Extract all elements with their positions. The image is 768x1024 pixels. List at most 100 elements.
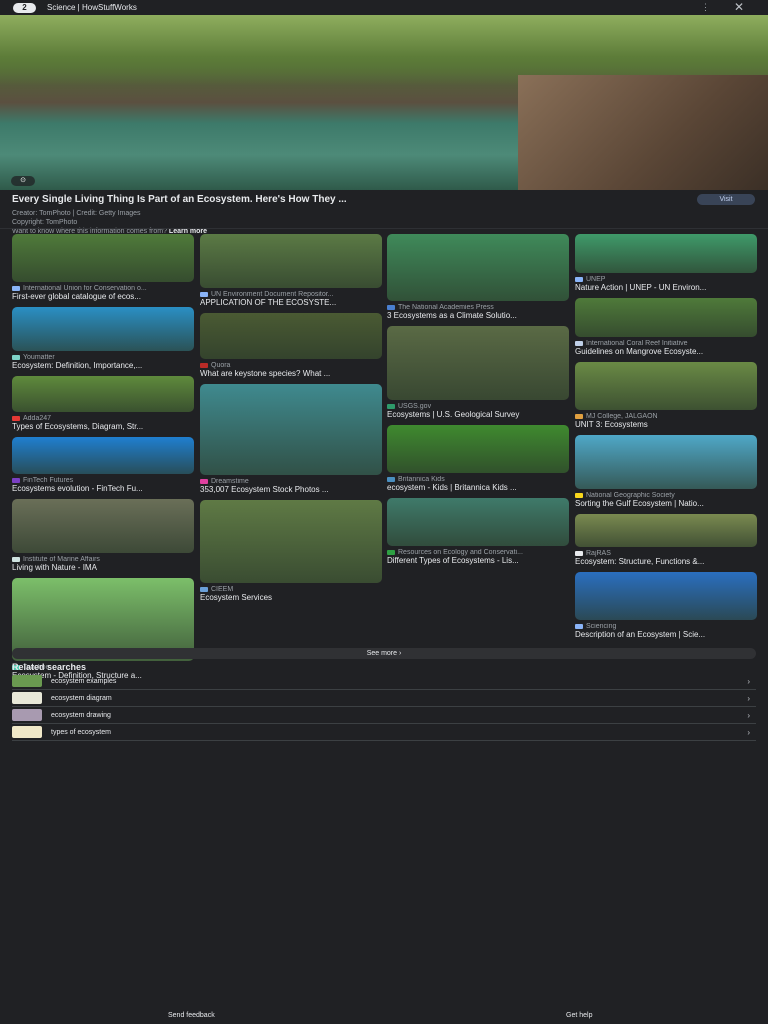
- result-thumbnail[interactable]: [200, 234, 382, 288]
- image-result-card[interactable]: National Geographic Society Sorting the …: [575, 435, 757, 508]
- results-column: International Union for Conservation o..…: [12, 234, 194, 686]
- result-source: The National Academies Press: [387, 304, 569, 311]
- result-source-name: Adda247: [23, 415, 52, 422]
- close-icon[interactable]: ✕: [734, 0, 744, 14]
- image-result-card[interactable]: UNEP Nature Action | UNEP - UN Environ..…: [575, 234, 757, 292]
- result-thumbnail[interactable]: [387, 326, 569, 400]
- result-thumbnail[interactable]: [387, 498, 569, 546]
- result-title[interactable]: UNIT 3: Ecosystems: [575, 420, 757, 429]
- result-title[interactable]: Ecosystems evolution - FinTech Fu...: [12, 484, 194, 493]
- result-title[interactable]: 353,007 Ecosystem Stock Photos ...: [200, 485, 382, 494]
- image-result-card[interactable]: International Coral Reef Initiative Guid…: [575, 298, 757, 356]
- preview-title[interactable]: Every Single Living Thing Is Part of an …: [12, 194, 756, 205]
- preview-image[interactable]: [0, 15, 768, 190]
- result-thumbnail[interactable]: [575, 362, 757, 410]
- result-title[interactable]: Living with Nature - IMA: [12, 563, 194, 572]
- visit-button[interactable]: Visit: [697, 194, 755, 205]
- result-thumbnail[interactable]: [200, 313, 382, 359]
- result-thumbnail[interactable]: [12, 437, 194, 474]
- result-source: Youmatter: [12, 354, 194, 361]
- lens-search-icon[interactable]: ⊙: [11, 176, 35, 186]
- image-result-card[interactable]: UN Environment Document Repositor... APP…: [200, 234, 382, 307]
- result-title[interactable]: Ecosystem: Definition, Importance,...: [12, 361, 194, 370]
- image-result-card[interactable]: Britannica Kids ecosystem - Kids | Brita…: [387, 425, 569, 492]
- result-thumbnail[interactable]: [12, 234, 194, 282]
- result-source-name: MJ College, JALGAON: [586, 413, 658, 420]
- top-bar: 2 Science | HowStuffWorks ⋮ ✕: [0, 0, 768, 15]
- result-thumbnail[interactable]: [12, 307, 194, 351]
- result-title[interactable]: Different Types of Ecosystems - Lis...: [387, 556, 569, 565]
- result-thumbnail[interactable]: [575, 572, 757, 620]
- image-result-card[interactable]: Resources on Ecology and Conservati... D…: [387, 498, 569, 565]
- result-source: UNEP: [575, 276, 757, 283]
- image-result-card[interactable]: Adda247 Types of Ecosystems, Diagram, St…: [12, 376, 194, 431]
- more-options-icon[interactable]: ⋮: [701, 2, 710, 13]
- related-search-item[interactable]: types of ecosystem ›: [12, 724, 756, 741]
- result-source-name: USGS.gov: [398, 403, 432, 410]
- result-source-name: Dreamstime: [211, 478, 249, 485]
- result-thumbnail[interactable]: [200, 500, 382, 583]
- source-favicon-icon: [387, 404, 395, 409]
- result-title[interactable]: ecosystem - Kids | Britannica Kids ...: [387, 483, 569, 492]
- get-help-link[interactable]: Get help: [566, 1012, 592, 1019]
- result-title[interactable]: Ecosystems | U.S. Geological Survey: [387, 410, 569, 419]
- image-result-card[interactable]: Quora What are keystone species? What ..…: [200, 313, 382, 378]
- source-favicon-icon: [12, 557, 20, 562]
- image-result-card[interactable]: FinTech Futures Ecosystems evolution - F…: [12, 437, 194, 493]
- result-source: Britannica Kids: [387, 476, 569, 483]
- result-thumbnail[interactable]: [387, 425, 569, 473]
- image-result-card[interactable]: Dreamstime 353,007 Ecosystem Stock Photo…: [200, 384, 382, 494]
- result-title[interactable]: Sorting the Gulf Ecosystem | Natio...: [575, 499, 757, 508]
- source-favicon-icon: [12, 355, 20, 360]
- image-result-card[interactable]: Sciencing Description of an Ecosystem | …: [575, 572, 757, 639]
- see-more-button[interactable]: See more ›: [12, 648, 756, 659]
- image-result-card[interactable]: Institute of Marine Affairs Living with …: [12, 499, 194, 572]
- image-result-card[interactable]: Youmatter Ecosystem: Definition, Importa…: [12, 307, 194, 370]
- related-search-item[interactable]: ecosystem diagram ›: [12, 690, 756, 707]
- image-result-card[interactable]: USGS.gov Ecosystems | U.S. Geological Su…: [387, 326, 569, 419]
- result-title[interactable]: Ecosystem Services: [200, 593, 382, 602]
- image-result-card[interactable]: International Union for Conservation o..…: [12, 234, 194, 301]
- result-title[interactable]: Guidelines on Mangrove Ecosyste...: [575, 347, 757, 356]
- image-result-card[interactable]: MJ College, JALGAON UNIT 3: Ecosystems: [575, 362, 757, 429]
- result-title[interactable]: Ecosystem: Structure, Functions &...: [575, 557, 757, 566]
- result-thumbnail[interactable]: [12, 376, 194, 412]
- result-source: RajRAS: [575, 550, 757, 557]
- result-thumbnail[interactable]: [12, 499, 194, 553]
- image-result-card[interactable]: RajRAS Ecosystem: Structure, Functions &…: [575, 514, 757, 566]
- result-title[interactable]: What are keystone species? What ...: [200, 369, 382, 378]
- results-column: UN Environment Document Repositor... APP…: [200, 234, 382, 608]
- related-search-label: ecosystem examples: [51, 677, 117, 685]
- related-search-item[interactable]: ecosystem examples ›: [12, 673, 756, 690]
- result-source-name: FinTech Futures: [23, 477, 74, 484]
- result-title[interactable]: Nature Action | UNEP - UN Environ...: [575, 283, 757, 292]
- result-thumbnail[interactable]: [387, 234, 569, 301]
- related-search-item[interactable]: ecosystem drawing ›: [12, 707, 756, 724]
- result-thumbnail[interactable]: [575, 435, 757, 489]
- result-thumbnail[interactable]: [575, 514, 757, 547]
- result-title[interactable]: 3 Ecosystems as a Climate Solutio...: [387, 311, 569, 320]
- send-feedback-link[interactable]: Send feedback: [168, 1012, 215, 1019]
- result-title[interactable]: Description of an Ecosystem | Scie...: [575, 630, 757, 639]
- chevron-right-icon: ›: [747, 727, 750, 737]
- result-source: Resources on Ecology and Conservati...: [387, 549, 569, 556]
- results-column: The National Academies Press 3 Ecosystem…: [387, 234, 569, 571]
- image-result-card[interactable]: CIEEM Ecosystem Services: [200, 500, 382, 602]
- source-favicon-icon: [12, 478, 20, 483]
- related-search-thumbnail: [12, 726, 42, 738]
- result-title[interactable]: APPLICATION OF THE ECOSYSTE...: [200, 298, 382, 307]
- result-source-name: International Coral Reef Initiative: [586, 340, 688, 347]
- result-title[interactable]: Types of Ecosystems, Diagram, Str...: [12, 422, 194, 431]
- result-thumbnail[interactable]: [575, 234, 757, 273]
- chevron-right-icon: ›: [747, 676, 750, 686]
- result-thumbnail[interactable]: [200, 384, 382, 475]
- chevron-right-icon: ›: [747, 710, 750, 720]
- result-title[interactable]: First-ever global catalogue of ecos...: [12, 292, 194, 301]
- result-source-name: UNEP: [586, 276, 606, 283]
- result-thumbnail[interactable]: [575, 298, 757, 337]
- image-result-card[interactable]: The National Academies Press 3 Ecosystem…: [387, 234, 569, 320]
- site-name[interactable]: Science | HowStuffWorks: [47, 3, 137, 12]
- divider: [0, 228, 768, 229]
- result-source: UN Environment Document Repositor...: [200, 291, 382, 298]
- result-source: FinTech Futures: [12, 477, 194, 484]
